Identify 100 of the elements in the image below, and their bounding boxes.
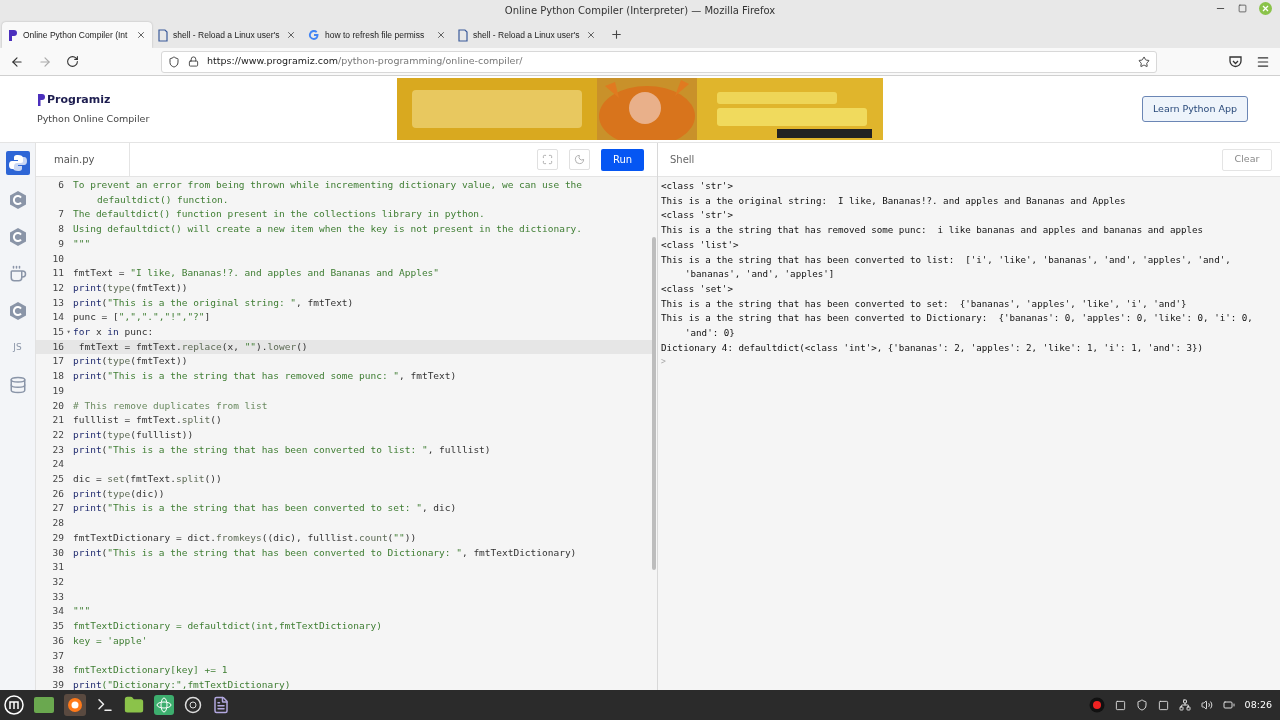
browser-tab[interactable]: how to refresh file permiss (302, 22, 452, 48)
page-icon (458, 28, 468, 42)
code-line: fmtText = fmtText.replace(x, "").lower() (77, 339, 309, 354)
line-number: 21 (51, 413, 64, 428)
code-line: print("This is a the string that has removed some punc: ", fmtText) (73, 369, 458, 384)
battery-icon[interactable] (1222, 699, 1235, 711)
line-number: 29 (51, 530, 64, 545)
line-number: 11 (51, 266, 64, 281)
shell-prompt: > (661, 356, 666, 369)
database-icon (8, 376, 27, 394)
output-line: This is a the string that has been converted to list: ['i', 'like', 'bananas', 'and', 'apples', 'and', 'bananas', 'and', 'apples'] (661, 252, 1232, 282)
tab-title: how to refresh file permiss (325, 28, 426, 42)
code-line: print("This is a the string that has been converted to list: ", fulllist) (73, 442, 492, 457)
code-line: """ (73, 604, 92, 619)
atom-icon[interactable] (154, 695, 174, 715)
tab-title: shell - Reload a Linux user's (473, 28, 581, 42)
code-line: fmtText = "I like, Bananas!?. and apples and Bananas and Apples" (73, 266, 441, 281)
new-tab-icon[interactable] (610, 28, 623, 41)
line-number: 13 (51, 295, 64, 310)
code-line: punc = [",",".","!","?"] (73, 310, 212, 325)
start-menu-icon[interactable] (4, 695, 24, 715)
code-line: print(type(dic)) (73, 486, 166, 501)
hexagon-icon (8, 301, 27, 321)
terminal-icon[interactable] (96, 696, 114, 714)
hexagon-icon (8, 190, 27, 210)
code-line: dic = set(fmtText.split()) (73, 472, 223, 487)
line-number: 17 (51, 354, 64, 369)
close-tab-icon[interactable] (136, 30, 146, 40)
close-tab-icon[interactable] (436, 30, 446, 40)
moon-icon (574, 154, 585, 165)
line-number: 20 (51, 398, 64, 413)
code-line: print("This is a the string that has been converted to Dictionary: ", fmtTextDictionary) (73, 545, 578, 560)
menu-icon[interactable] (1256, 54, 1270, 69)
bookmark-star-icon[interactable] (1138, 55, 1150, 68)
shield-icon[interactable] (1135, 699, 1148, 711)
line-number: 16 (51, 339, 64, 354)
line-number: 24 (51, 457, 64, 472)
line-number: 18 (51, 369, 64, 384)
fullscreen-icon (542, 154, 553, 165)
run-button[interactable]: Run (601, 148, 644, 171)
code-line: print("Dictionary:",fmtTextDictionary) (73, 677, 292, 690)
code-line: print(type(fmtText)) (73, 280, 189, 295)
hexagon-icon (8, 227, 27, 247)
output-line: This is a the string that has been converted to Dictionary: {'bananas': 0, 'apples': 0, 'like': 0, 'i': 0, 'and': 0} (661, 311, 1254, 341)
line-number: 37 (51, 648, 64, 663)
output-line: This is a the string that has removed some punc: i like bananas and apples and bananas and apples (661, 223, 1205, 238)
browser-tab[interactable]: shell - Reload a Linux user's (152, 22, 302, 48)
code-line: # This remove duplicates from list (73, 398, 269, 413)
g-logo-icon (308, 29, 320, 41)
programiz-logo-icon (37, 92, 46, 107)
code-line: To prevent an error from being thrown while incrementing dictionary value, we can use the defaultdict() function. (73, 178, 584, 207)
clear-button[interactable]: Clear (1222, 148, 1272, 171)
clock[interactable]: 08:26 (1244, 697, 1276, 713)
code-line: print(type(fmtText)) (73, 354, 189, 369)
code-line: key = 'apple' (73, 633, 149, 648)
line-number: 34 (51, 604, 64, 619)
window-title: Online Python Compiler (Interpreter) — Mozilla Firefox (504, 3, 776, 18)
line-number: 28 (51, 516, 64, 531)
line-number: 22 (51, 427, 64, 442)
line-number: 35 (51, 619, 64, 634)
pocket-icon[interactable] (1229, 55, 1242, 68)
code-line: print("This is a the original string: ", fmtText) (73, 295, 355, 310)
brand-name: Programiz (47, 91, 111, 108)
text-editor-icon[interactable] (212, 696, 230, 714)
browser-tab[interactable]: shell - Reload a Linux user's (452, 22, 602, 48)
line-number: 14 (51, 310, 64, 325)
line-number: 9 (57, 236, 64, 251)
code-line: Using defaultdict() will create a new item when the key is not present in the dictionary. (73, 222, 584, 237)
close-tab-icon[interactable] (286, 30, 296, 40)
shield-icon (168, 55, 180, 68)
volume-icon[interactable] (1200, 699, 1213, 711)
line-number: 19 (51, 383, 64, 398)
code-line: fmtTextDictionary = defaultdict(int,fmtTextDictionary) (73, 619, 383, 634)
url-text: https://www.programiz.com/python-programming/online-compiler/ (207, 54, 524, 69)
output-line: This is a the string that has been converted to set: {'bananas', 'apples', 'like', 'i', 'and'} (661, 296, 1188, 311)
file-tab[interactable]: main.py (36, 143, 130, 176)
maximize-icon[interactable] (1238, 4, 1247, 13)
output-line: <class 'list'> (661, 237, 740, 252)
coffee-cup-icon (8, 265, 27, 283)
network-icon[interactable] (1178, 699, 1191, 711)
code-line: The defaultdict() function present in the collections library in python. (73, 207, 486, 222)
line-number: 6 (57, 178, 64, 192)
code-line: fmtTextDictionary = dict.fromkeys((dic), fulllist.count("")) (73, 530, 418, 545)
output-line: Dictionary 4: defaultdict(<class 'int'>, {'bananas': 2, 'apples': 2, 'like': 1, 'i': 1, 'and': 3}) (661, 340, 1205, 355)
line-number: 27 (51, 501, 64, 516)
line-number: 31 (51, 560, 64, 575)
browser-tab[interactable]: Online Python Compiler (Int (2, 22, 152, 48)
line-number: 36 (51, 633, 64, 648)
back-icon[interactable] (10, 54, 24, 69)
language-tab[interactable] (5, 151, 30, 175)
shell-title: Shell (670, 153, 695, 167)
close-tab-icon[interactable] (586, 30, 596, 40)
address-field[interactable]: https://www.programiz.com/python-programming/online-compiler/ (161, 50, 1157, 73)
folder-icon[interactable] (124, 695, 144, 715)
record-icon[interactable] (1088, 697, 1105, 713)
line-number: 26 (51, 486, 64, 501)
reload-icon[interactable] (66, 55, 79, 68)
output-line: <class 'str'> (661, 179, 734, 193)
learn-app-button[interactable]: Learn Python App (1141, 96, 1248, 122)
firefox-icon[interactable] (64, 694, 86, 716)
